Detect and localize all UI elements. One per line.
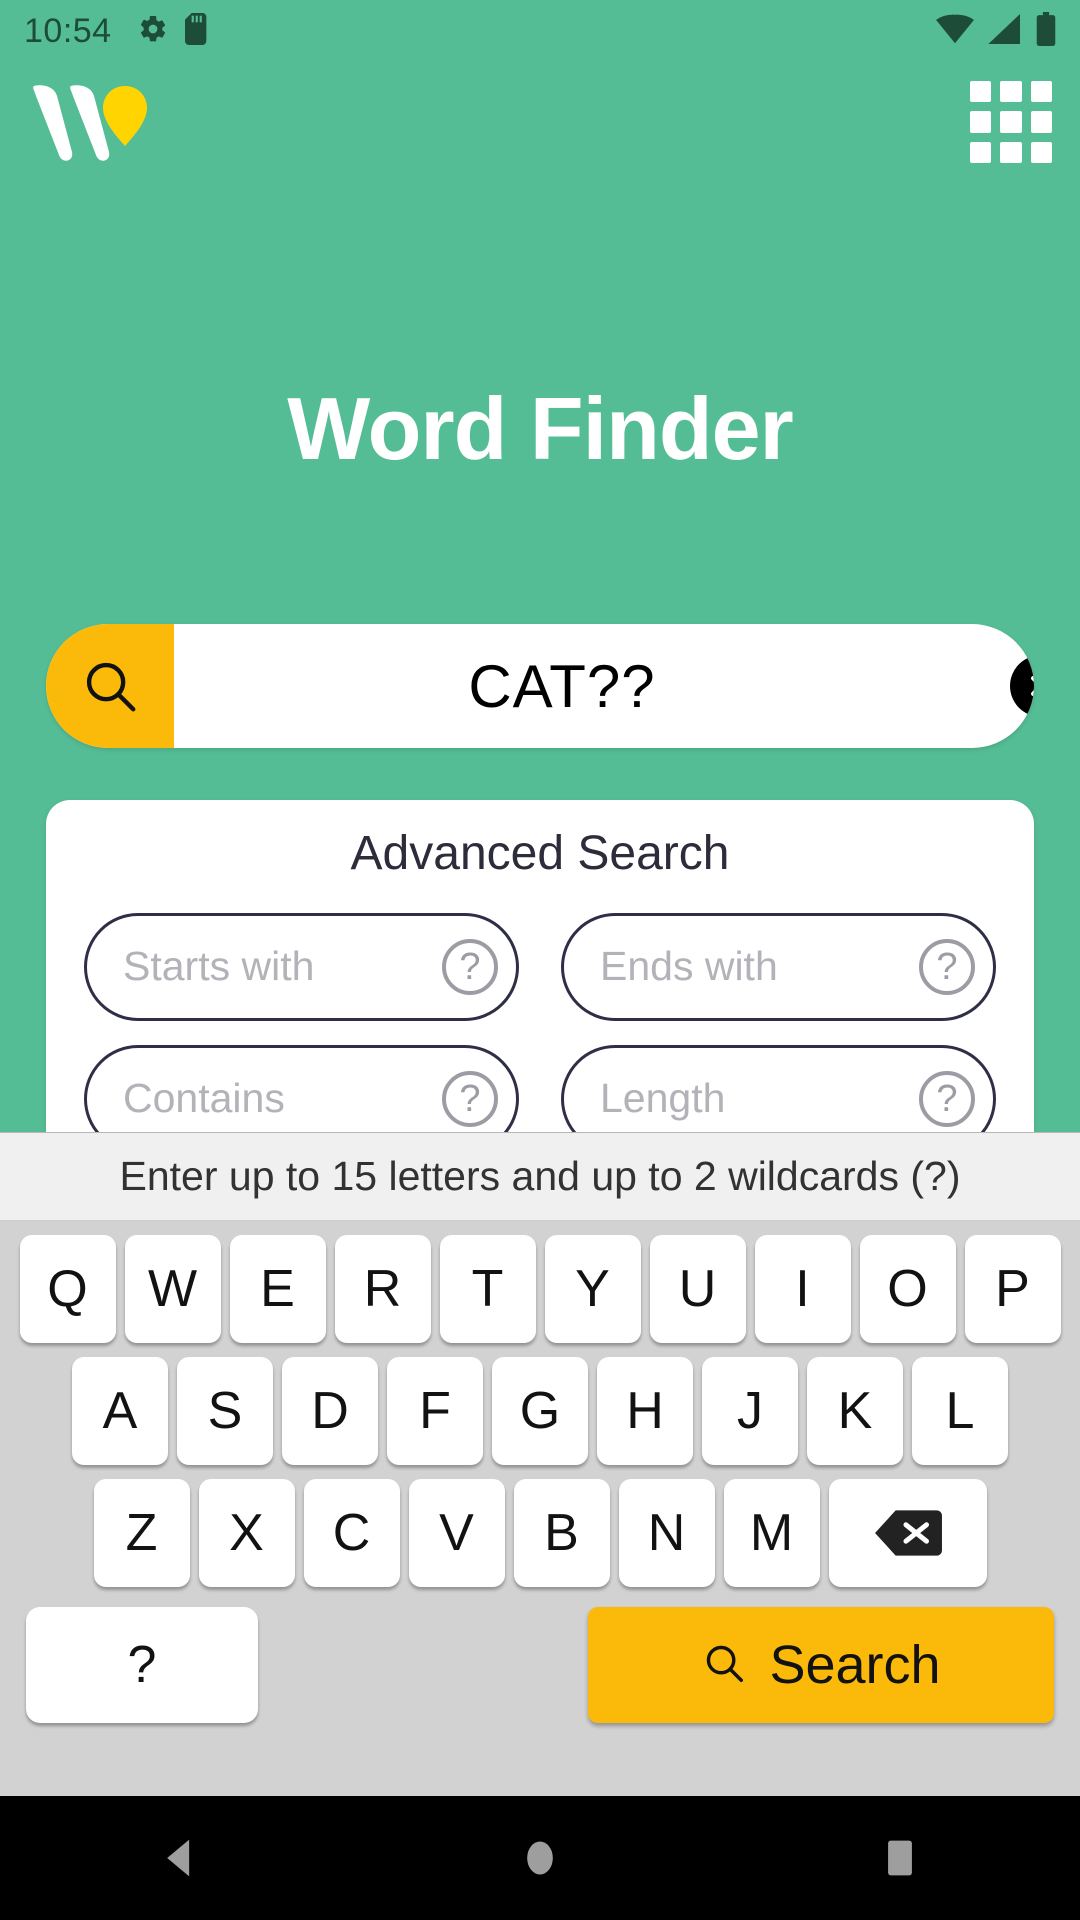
ends-with-field[interactable]: Ends with ? xyxy=(561,912,996,1021)
key-j[interactable]: J xyxy=(702,1357,798,1465)
length-placeholder: Length xyxy=(600,1075,726,1122)
wordfinder-logo xyxy=(28,80,158,164)
battery-icon xyxy=(1036,11,1056,51)
key-b[interactable]: B xyxy=(513,1479,610,1587)
help-icon-ends-with[interactable]: ? xyxy=(919,938,975,995)
key-f[interactable]: F xyxy=(387,1357,483,1465)
advanced-search-card: Advanced Search Starts with ? Ends with … xyxy=(46,800,1034,1160)
search-bar xyxy=(46,624,1034,748)
key-h[interactable]: H xyxy=(597,1357,693,1465)
contains-placeholder: Contains xyxy=(123,1075,285,1122)
keyboard-hint-text: Enter up to 15 letters and up to 2 wildc… xyxy=(119,1153,961,1199)
sd-card-icon xyxy=(184,12,210,50)
nav-back-button[interactable] xyxy=(80,1796,280,1920)
starts-with-field[interactable]: Starts with ? xyxy=(84,912,519,1021)
keyboard-row-1: Q W E R T Y U I O P xyxy=(0,1235,1080,1343)
key-w[interactable]: W xyxy=(124,1235,221,1343)
gear-icon xyxy=(138,14,168,49)
backspace-icon[interactable] xyxy=(828,1479,987,1587)
grid-cell xyxy=(1000,111,1022,133)
grid-cell xyxy=(970,81,992,103)
key-v[interactable]: V xyxy=(408,1479,505,1587)
status-clock: 10:54 xyxy=(24,12,112,50)
grid-menu-icon[interactable] xyxy=(970,81,1052,163)
wifi-icon xyxy=(936,14,974,49)
cell-signal-icon xyxy=(988,13,1022,49)
key-t[interactable]: T xyxy=(439,1235,536,1343)
status-bar: 10:54 xyxy=(0,0,1080,62)
grid-cell xyxy=(1030,141,1052,163)
keyboard-hint-bar: Enter up to 15 letters and up to 2 wildc… xyxy=(0,1133,1080,1221)
app-screen: 10:54 Word Finder CAT?? Advanced Search … xyxy=(0,0,1080,1920)
grid-cell xyxy=(970,141,992,163)
keyboard-row-3: Z X C V B N M xyxy=(0,1479,1080,1587)
wildcard-key[interactable]: ? xyxy=(26,1607,258,1723)
grid-cell xyxy=(1030,81,1052,103)
grid-cell xyxy=(970,111,992,133)
keyboard-row-bottom: ? Search xyxy=(0,1607,1080,1723)
search-button-label: Search xyxy=(769,1635,941,1695)
ends-with-placeholder: Ends with xyxy=(600,943,778,990)
nav-recents-button[interactable] xyxy=(800,1796,1000,1920)
key-m[interactable]: M xyxy=(723,1479,820,1587)
key-e[interactable]: E xyxy=(229,1235,326,1343)
search-button-icon xyxy=(701,1640,747,1691)
key-n[interactable]: N xyxy=(618,1479,715,1587)
key-c[interactable]: C xyxy=(303,1479,400,1587)
key-u[interactable]: U xyxy=(649,1235,746,1343)
grid-cell xyxy=(1000,81,1022,103)
clear-search-icon[interactable] xyxy=(1010,655,1034,717)
key-p[interactable]: P xyxy=(964,1235,1061,1343)
key-g[interactable]: G xyxy=(492,1357,588,1465)
keyboard-row-2: A S D F G H J K L xyxy=(0,1357,1080,1465)
key-r[interactable]: R xyxy=(334,1235,431,1343)
key-a[interactable]: A xyxy=(72,1357,168,1465)
android-nav-bar xyxy=(0,1796,1080,1920)
key-z[interactable]: Z xyxy=(93,1479,190,1587)
page-title: Word Finder xyxy=(287,379,794,478)
status-left-icons xyxy=(138,12,210,50)
advanced-search-row-1: Starts with ? Ends with ? xyxy=(84,912,996,1021)
key-q[interactable]: Q xyxy=(19,1235,116,1343)
key-l[interactable]: L xyxy=(912,1357,1008,1465)
help-icon-starts-with[interactable]: ? xyxy=(442,938,498,995)
key-s[interactable]: S xyxy=(177,1357,273,1465)
search-input[interactable] xyxy=(174,624,1010,748)
key-k[interactable]: K xyxy=(807,1357,903,1465)
key-x[interactable]: X xyxy=(198,1479,295,1587)
grid-cell xyxy=(1000,141,1022,163)
advanced-search-heading: Advanced Search xyxy=(350,827,730,880)
key-i[interactable]: I xyxy=(754,1235,851,1343)
key-y[interactable]: Y xyxy=(544,1235,641,1343)
starts-with-placeholder: Starts with xyxy=(123,943,315,990)
help-icon-contains[interactable]: ? xyxy=(442,1070,498,1127)
key-o[interactable]: O xyxy=(859,1235,956,1343)
status-right-icons xyxy=(936,11,1056,51)
search-icon[interactable] xyxy=(46,624,174,748)
nav-home-button[interactable] xyxy=(440,1796,640,1920)
key-d[interactable]: D xyxy=(282,1357,378,1465)
help-icon-length[interactable]: ? xyxy=(919,1070,975,1127)
search-button[interactable]: Search xyxy=(588,1607,1054,1723)
app-bar xyxy=(0,62,1080,182)
grid-cell xyxy=(1030,111,1052,133)
keyboard-panel: Enter up to 15 letters and up to 2 wildc… xyxy=(0,1132,1080,1796)
